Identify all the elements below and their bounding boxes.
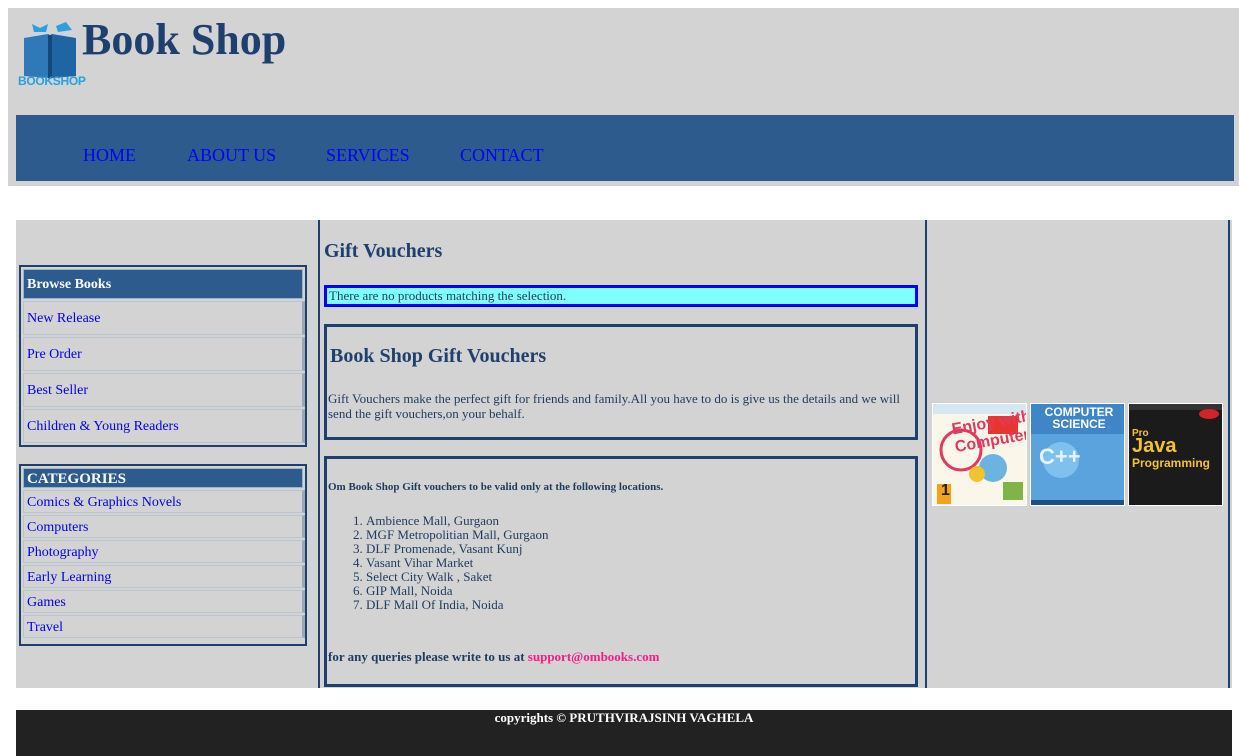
page-title: Gift Vouchers (324, 240, 443, 262)
sidebar-item-best-seller[interactable]: Best Seller (23, 373, 305, 407)
main-area: Browse Books New Release Pre Order Best … (16, 220, 1232, 688)
category-item-computers[interactable]: Computers (23, 515, 305, 538)
gift-vouchers-title: Book Shop Gift Vouchers (330, 345, 547, 367)
logo-text: BOOKSHOP (18, 74, 86, 88)
site-title: Book Shop (82, 15, 287, 64)
category-item-travel[interactable]: Travel (23, 615, 305, 638)
column-divider (318, 220, 320, 688)
locations-list: Ambience Mall, Gurgaon MGF Metropolitian… (328, 514, 548, 612)
queries-text: for any queries please write to us at su… (328, 649, 659, 665)
category-item-photography[interactable]: Photography (23, 540, 305, 563)
nav-bar: HOME ABOUT US SERVICES CONTACT (16, 115, 1234, 181)
queries-label: for any queries please write to us at (328, 649, 525, 664)
locations-intro: Om Book Shop Gift vouchers to be valid o… (328, 481, 664, 493)
book-subtitle: C++ (1039, 444, 1081, 469)
book-title: COMPUTER SCIENCE (1044, 405, 1114, 431)
nav-services-link[interactable]: SERVICES (326, 145, 410, 166)
sidebar-item-pre-order[interactable]: Pre Order (23, 337, 305, 371)
column-divider (1228, 220, 1230, 688)
browse-books-panel: Browse Books New Release Pre Order Best … (19, 265, 307, 447)
categories-heading: CATEGORIES (23, 468, 303, 488)
copyright-text: copyrights © PRUTHVIRAJSINH VAGHELA (494, 710, 754, 725)
column-divider (925, 220, 927, 688)
category-item-games[interactable]: Games (23, 590, 305, 613)
sidebar-item-children-young-readers[interactable]: Children & Young Readers (23, 409, 305, 443)
list-item: DLF Promenade, Vasant Kunj (366, 542, 548, 556)
pro-java-programming-book[interactable]: Pro Java Programming (1128, 403, 1223, 506)
list-item: GIP Mall, Noida (366, 584, 548, 598)
no-products-notice: There are no products matching the selec… (324, 285, 918, 307)
support-email-link[interactable]: support@ombooks.com (528, 649, 660, 664)
list-item: Ambience Mall, Gurgaon (366, 514, 548, 528)
site-footer: copyrights © PRUTHVIRAJSINH VAGHELA (16, 710, 1232, 756)
nav-about-us-link[interactable]: ABOUT US (187, 145, 276, 166)
category-item-comics[interactable]: Comics & Graphics Novels (23, 490, 305, 513)
voucher-locations-panel: Om Book Shop Gift vouchers to be valid o… (324, 456, 918, 687)
book-title: Java (1132, 435, 1177, 457)
book-number: 1 (941, 482, 950, 499)
list-item: MGF Metropolitian Mall, Gurgaon (366, 528, 548, 542)
list-item: Select City Walk , Saket (366, 570, 548, 584)
categories-panel: CATEGORIES Comics & Graphics Novels Comp… (19, 464, 307, 646)
sidebar-item-new-release[interactable]: New Release (23, 301, 305, 335)
computer-science-cpp-book[interactable]: COMPUTER SCIENCE C++ (1030, 403, 1125, 506)
browse-books-heading: Browse Books (23, 269, 303, 299)
category-item-early-learning[interactable]: Early Learning (23, 565, 305, 588)
gift-vouchers-panel: Book Shop Gift Vouchers Gift Vouchers ma… (324, 324, 918, 440)
book-subtitle: Programming (1132, 456, 1211, 470)
nav-contact-link[interactable]: CONTACT (460, 145, 544, 166)
site-header: BOOKSHOP Book Shop HOME ABOUT US SERVICE… (8, 8, 1239, 186)
gift-vouchers-description: Gift Vouchers make the perfect gift for … (328, 391, 900, 421)
list-item: DLF Mall Of India, Noida (366, 598, 548, 612)
nav-home-link[interactable]: HOME (83, 145, 136, 166)
enjoy-with-computers-book[interactable]: Enjoy with Computers 1 (932, 403, 1027, 506)
list-item: Vasant Vihar Market (366, 556, 548, 570)
book-icon (24, 22, 76, 79)
